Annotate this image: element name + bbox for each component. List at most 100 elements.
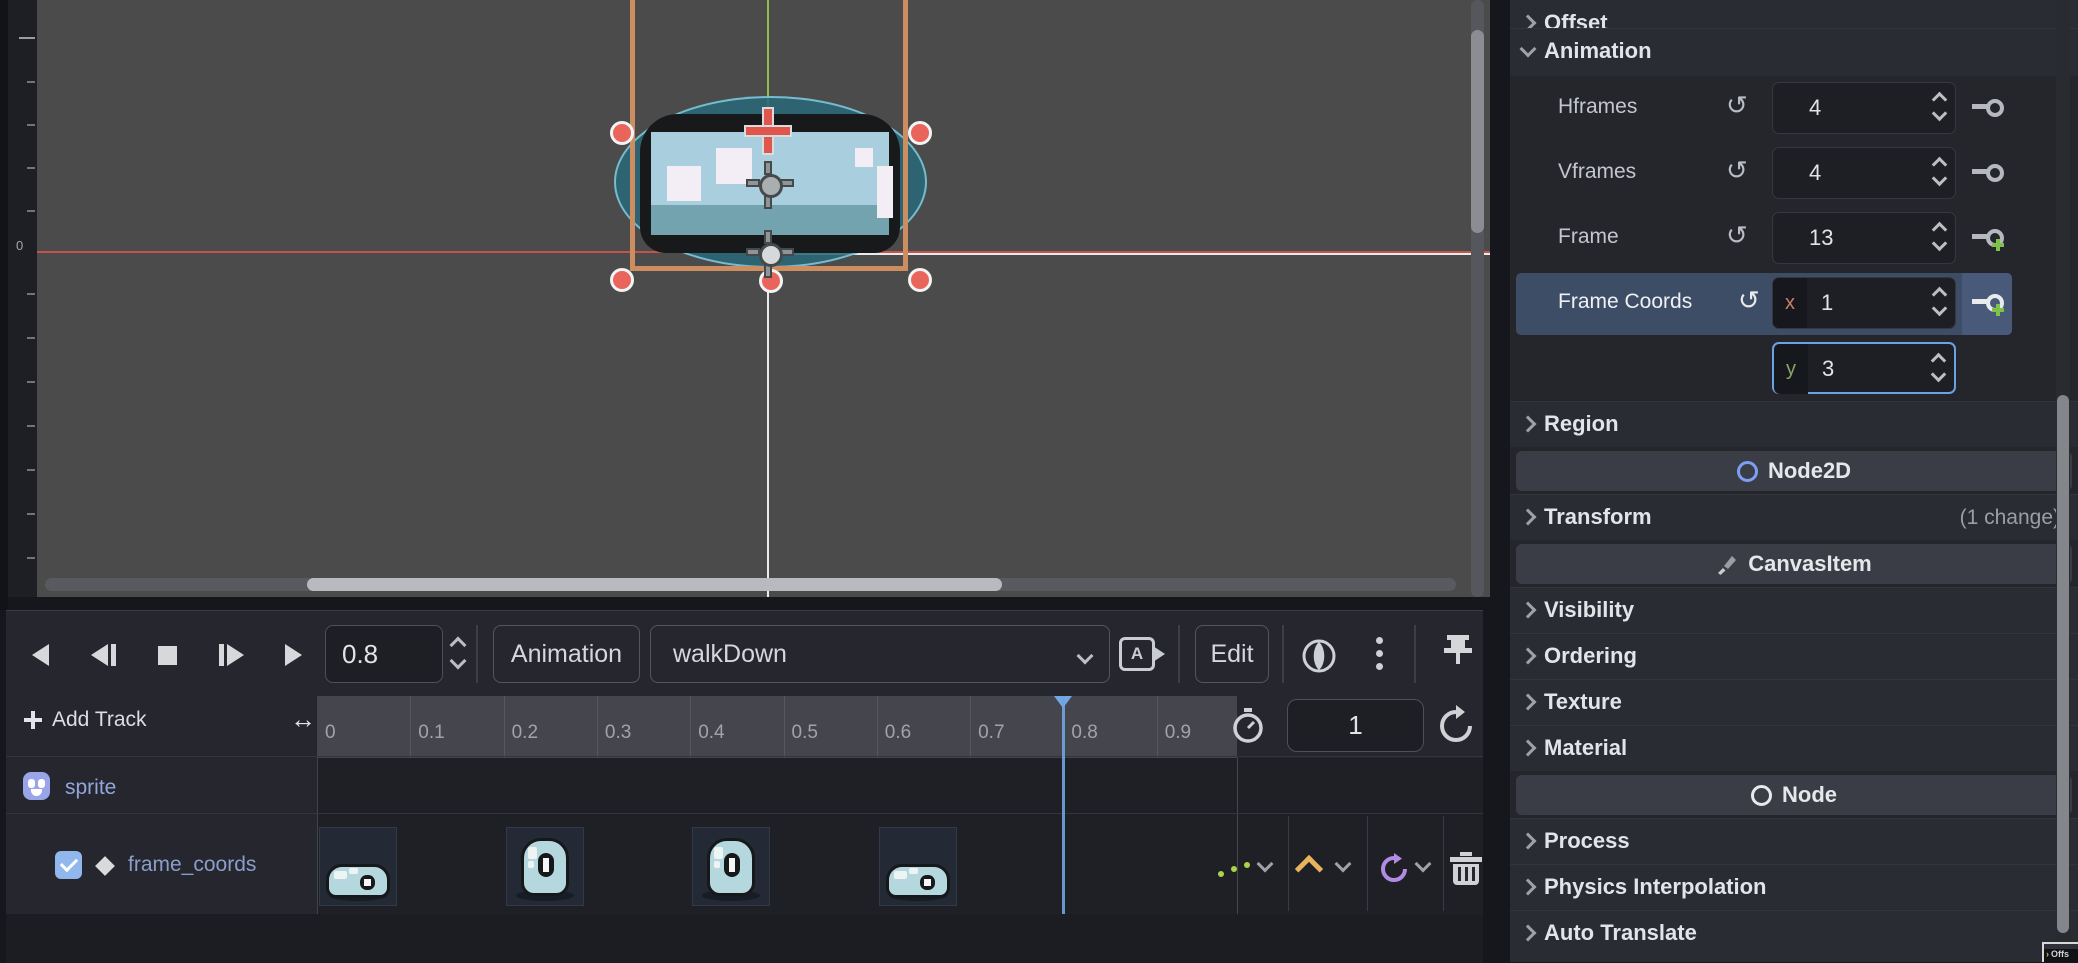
vertical-ruler: 0 xyxy=(8,0,37,597)
add-key-icon[interactable] xyxy=(1972,226,2006,250)
section-ordering[interactable]: Ordering xyxy=(1510,633,2078,679)
section-animation[interactable]: Animation xyxy=(1510,28,2078,76)
section-transform[interactable]: Transform (1 change) xyxy=(1510,494,2078,540)
selection-handle-left[interactable] xyxy=(610,121,634,145)
pin-panel-icon[interactable] xyxy=(1443,635,1473,673)
pivot-crosshair[interactable] xyxy=(746,109,790,153)
chevron-right-icon xyxy=(1520,833,1537,850)
spinner[interactable] xyxy=(1934,94,1945,119)
vframes-value: 4 xyxy=(1809,160,1821,186)
delete-track-icon[interactable] xyxy=(1450,851,1482,885)
revert-icon[interactable]: ↺ xyxy=(1726,90,1748,121)
stopwatch-icon xyxy=(1228,706,1268,746)
spinner[interactable] xyxy=(1934,289,1945,314)
chevron-down-icon xyxy=(1520,41,1537,58)
property-label: Frame Coords xyxy=(1558,290,1692,314)
stop-button[interactable] xyxy=(145,633,189,677)
keyframe-thumbnail[interactable] xyxy=(879,827,957,906)
ruler-time-label: 0.7 xyxy=(978,722,1004,744)
viewport-hscrollbar-thumb[interactable] xyxy=(307,578,1002,591)
key-icon[interactable] xyxy=(1972,161,2006,185)
section-region[interactable]: Region xyxy=(1510,401,2078,447)
timeline-pan-icon[interactable]: ↔ xyxy=(290,704,316,735)
spinner[interactable] xyxy=(1934,159,1945,184)
viewport-vscrollbar-thumb[interactable] xyxy=(1471,30,1484,233)
2d-viewport-canvas[interactable] xyxy=(37,0,1490,597)
add-key-icon[interactable] xyxy=(1972,291,2006,315)
frame-coords-y-field[interactable]: y 3 xyxy=(1772,342,1956,394)
section-label: Visibility xyxy=(1544,597,1634,623)
sprite-node-icon xyxy=(23,772,50,800)
track-update-mode-icon[interactable] xyxy=(1218,861,1252,877)
chevron-right-icon xyxy=(1520,925,1537,942)
position-spinner[interactable] xyxy=(452,639,464,667)
spin-up-icon[interactable] xyxy=(450,637,467,654)
section-material[interactable]: Material xyxy=(1510,725,2078,771)
revert-icon[interactable]: ↺ xyxy=(1726,155,1748,186)
ruler-cell-separator xyxy=(970,696,971,758)
edit-button[interactable]: Edit xyxy=(1195,625,1269,683)
class-header-node[interactable]: Node xyxy=(1516,775,2072,815)
section-label: Material xyxy=(1544,735,1627,761)
loop-animation-button[interactable] xyxy=(1434,704,1478,748)
section-label: Process xyxy=(1544,828,1630,854)
ruler-time-label: 0 xyxy=(325,722,336,744)
loop-wrap-dropdown[interactable] xyxy=(1417,858,1429,870)
section-offset[interactable]: Offset xyxy=(1510,0,2078,28)
play-backwards-button[interactable] xyxy=(18,633,62,677)
play-from-start-button[interactable] xyxy=(209,633,253,677)
update-mode-dropdown[interactable] xyxy=(1259,858,1271,870)
property-vframes: Vframes ↺ 4 xyxy=(1510,141,2078,206)
section-texture[interactable]: Texture xyxy=(1510,679,2078,725)
animation-length-value: 1 xyxy=(1348,710,1362,741)
class-header-node2d[interactable]: Node2D xyxy=(1516,451,2072,491)
plus-icon xyxy=(24,711,42,729)
hframes-field[interactable]: 4 xyxy=(1772,82,1956,134)
onion-skinning-icon[interactable] xyxy=(1298,637,1340,675)
keyframe-thumbnail[interactable] xyxy=(692,827,770,906)
timeline-ruler[interactable]: 00.10.20.30.40.50.60.70.80.9 xyxy=(317,696,1237,758)
play-button[interactable] xyxy=(271,633,315,677)
section-label: Transform xyxy=(1544,504,1652,530)
keyframe-thumbnail[interactable] xyxy=(506,827,584,906)
selection-handle-right[interactable] xyxy=(908,121,932,145)
ruler-cell-separator xyxy=(690,696,691,758)
timeline-empty-area xyxy=(6,914,1483,963)
interpolation-dropdown[interactable] xyxy=(1337,858,1349,870)
section-process[interactable]: Process xyxy=(1510,818,2078,864)
more-options-icon[interactable] xyxy=(1376,637,1383,670)
animation-length-field[interactable]: 1 xyxy=(1287,699,1424,752)
add-track-button[interactable]: Add Track xyxy=(24,708,147,732)
section-physics-interpolation[interactable]: Physics Interpolation xyxy=(1510,864,2078,910)
animation-menu-button[interactable]: Animation xyxy=(493,625,640,683)
selection-handle-bottom-left[interactable] xyxy=(610,268,634,292)
keyframe-thumbnail[interactable] xyxy=(319,827,397,906)
autoplay-on-load-button[interactable]: A xyxy=(1119,637,1165,671)
frame-field[interactable]: 13 xyxy=(1772,212,1956,264)
playhead-line xyxy=(1062,696,1065,914)
frame-coords-x-field[interactable]: x 1 xyxy=(1772,277,1956,329)
inspector-scrollbar-thumb[interactable] xyxy=(2057,395,2069,933)
vframes-field[interactable]: 4 xyxy=(1772,147,1956,199)
section-label: Physics Interpolation xyxy=(1544,874,1767,900)
revert-icon[interactable]: ↺ xyxy=(1726,220,1748,251)
play-backwards-from-end-button[interactable] xyxy=(81,633,125,677)
spinner[interactable] xyxy=(1933,355,1944,380)
revert-icon[interactable]: ↺ xyxy=(1738,285,1760,316)
animation-select-dropdown[interactable]: walkDown xyxy=(650,625,1110,683)
section-visibility[interactable]: Visibility xyxy=(1510,587,2078,633)
ruler-cell-separator xyxy=(504,696,505,758)
ruler-tick xyxy=(27,381,35,383)
class-header-canvasitem[interactable]: CanvasItem xyxy=(1516,544,2072,584)
track-group-name[interactable]: sprite xyxy=(65,776,116,800)
ruler-tick xyxy=(27,513,35,515)
move-gizmo[interactable] xyxy=(750,165,786,201)
spin-down-icon[interactable] xyxy=(450,653,467,670)
section-auto-translate[interactable]: Auto Translate xyxy=(1510,910,2078,962)
spinner[interactable] xyxy=(1934,224,1945,249)
playback-position-field[interactable]: 0.8 xyxy=(325,625,443,683)
key-icon[interactable] xyxy=(1972,96,2006,120)
track-loop-wrap-icon[interactable] xyxy=(1377,853,1411,883)
origin-gizmo[interactable] xyxy=(750,234,786,270)
selection-handle-bottom-right[interactable] xyxy=(908,268,932,292)
